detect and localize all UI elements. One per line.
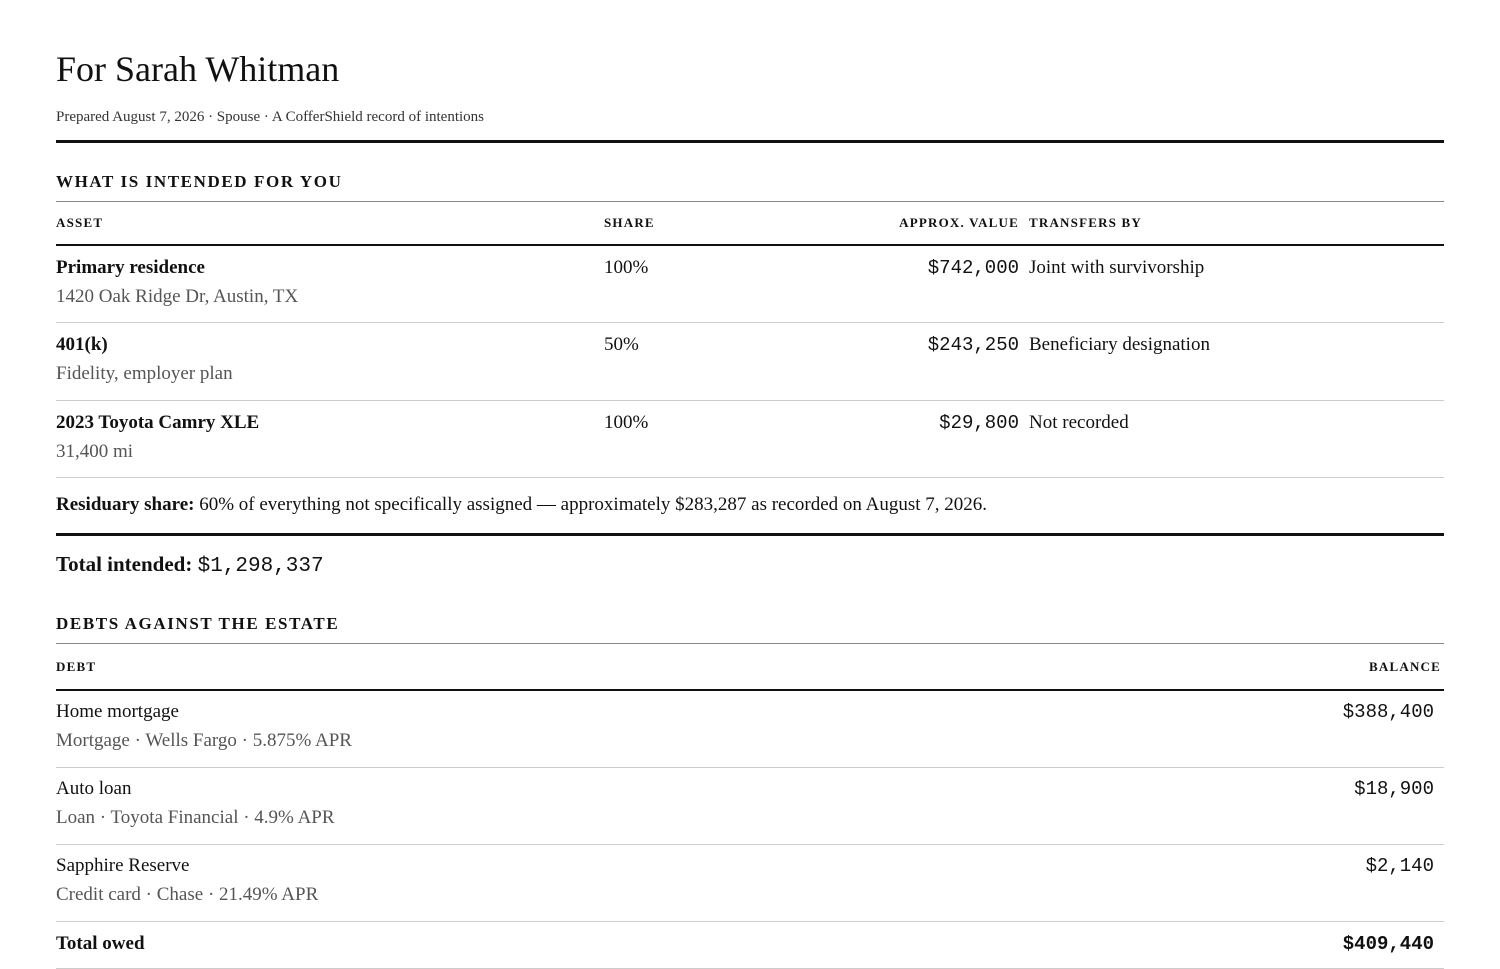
transfer-cell: Beneficiary designation: [1029, 334, 1210, 355]
balance-cell: $388,400: [1342, 701, 1434, 723]
document-page: For Sarah Whitman Prepared August 7, 202…: [56, 0, 1444, 969]
total-intended: Total intended: $1,298,337: [56, 550, 1444, 581]
transfer-cell: Not recorded: [1029, 412, 1129, 433]
asset-name: 2023 Toyota Camry XLE: [56, 412, 260, 433]
debt-name: Sapphire Reserve: [56, 855, 190, 876]
residuary-label: Residuary share:: [56, 494, 195, 515]
balance-cell: $2,140: [1365, 855, 1434, 877]
table-row: Home mortgage Mortgage · Wells Fargo · 5…: [56, 691, 1444, 768]
total-owed-row: Total owed $409,440: [56, 922, 1444, 969]
debts-table-header: Debt Balance: [56, 644, 1444, 691]
total-intended-label: Total intended:: [56, 552, 193, 576]
column-header-value: Approx. value: [899, 215, 1019, 230]
document-meta: Prepared August 7, 2026 · Spouse · A Cof…: [56, 109, 484, 125]
table-row: 401(k) Fidelity, employer plan 50% $243,…: [56, 323, 1444, 401]
column-header-asset: Asset: [56, 215, 104, 230]
table-row: Auto loan Loan · Toyota Financial · 4.9%…: [56, 768, 1444, 845]
debt-cell: Auto loan Loan · Toyota Financial · 4.9%…: [56, 777, 335, 844]
asset-detail: 1420 Oak Ridge Dr, Austin, TX: [56, 286, 299, 307]
debt-detail: Credit card · Chase · 21.49% APR: [56, 884, 319, 905]
table-row: 2023 Toyota Camry XLE 31,400 mi 100% $29…: [56, 401, 1444, 478]
column-header-share: Share: [604, 215, 655, 230]
share-cell: 100%: [604, 412, 649, 433]
total-intended-value: $1,298,337: [197, 555, 324, 578]
debt-cell: Home mortgage Mortgage · Wells Fargo · 5…: [56, 700, 352, 767]
column-header-balance: Balance: [1369, 658, 1441, 674]
debt-name: Auto loan: [56, 778, 132, 799]
column-header-transfer: Transfers by: [1029, 215, 1143, 230]
header-divider: [56, 140, 1444, 143]
value-cell: $742,000: [927, 257, 1019, 279]
asset-cell: 401(k) Fidelity, employer plan: [56, 333, 604, 400]
table-row: Primary residence 1420 Oak Ridge Dr, Aus…: [56, 246, 1444, 323]
value-cell: $243,250: [927, 334, 1019, 356]
intended-section-title: What is intended for you: [56, 172, 343, 191]
total-owed-value: $409,440: [1342, 933, 1434, 955]
intended-assets-table: Asset Share Approx. value Transfers by P…: [56, 202, 1444, 478]
balance-cell: $18,900: [1354, 778, 1434, 800]
asset-cell: Primary residence 1420 Oak Ridge Dr, Aus…: [56, 256, 604, 322]
share-cell: 50%: [604, 334, 639, 355]
debt-detail: Mortgage · Wells Fargo · 5.875% APR: [56, 730, 352, 751]
asset-name: 401(k): [56, 334, 108, 355]
transfer-cell: Joint with survivorship: [1029, 257, 1205, 278]
table-row: Sapphire Reserve Credit card · Chase · 2…: [56, 845, 1444, 922]
total-owed-label: Total owed: [56, 933, 145, 954]
asset-detail: Fidelity, employer plan: [56, 363, 233, 384]
page-title: For Sarah Whitman: [56, 49, 340, 89]
asset-cell: 2023 Toyota Camry XLE 31,400 mi: [56, 411, 604, 477]
intended-table-header: Asset Share Approx. value Transfers by: [56, 202, 1444, 246]
debt-cell: Sapphire Reserve Credit card · Chase · 2…: [56, 854, 318, 921]
column-header-debt: Debt: [56, 658, 97, 674]
asset-name: Primary residence: [56, 257, 205, 278]
intended-table-body: Primary residence 1420 Oak Ridge Dr, Aus…: [56, 246, 1444, 478]
asset-detail: 31,400 mi: [56, 441, 134, 462]
residuary-text: 60% of everything not specifically assig…: [194, 494, 988, 515]
debt-detail: Loan · Toyota Financial · 4.9% APR: [56, 807, 335, 828]
value-cell: $29,800: [939, 412, 1019, 434]
debts-table: Debt Balance Home mortgage Mortgage · We…: [56, 644, 1444, 969]
debt-name: Home mortgage: [56, 701, 179, 722]
total-divider: [56, 533, 1444, 536]
debts-section-title: Debts against the estate: [56, 614, 340, 633]
share-cell: 100%: [604, 257, 649, 278]
residuary-share-note: Residuary share: 60% of everything not s…: [56, 478, 1444, 533]
